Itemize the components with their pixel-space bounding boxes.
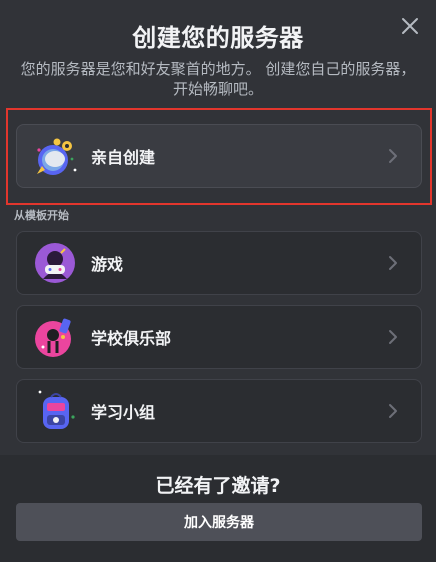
chevron-right-icon	[383, 401, 403, 421]
create-option-label: 亲自创建	[91, 148, 156, 167]
create-own-icon	[31, 132, 79, 180]
template-study-group-option[interactable]: 学习小组	[16, 379, 422, 443]
modal-body: 创建您的服务器 您的服务器是您和好友聚首的地方。 创建您自己的服务器，开始畅聊吧…	[0, 0, 436, 455]
create-server-modal: 创建您的服务器 您的服务器是您和好友聚首的地方。 创建您自己的服务器，开始畅聊吧…	[0, 0, 436, 562]
template-label: 学习小组	[91, 403, 156, 422]
chevron-right-icon	[383, 327, 403, 347]
template-school-club-option[interactable]: 学校俱乐部	[16, 305, 422, 369]
templates-section-label: 从模板开始	[14, 209, 69, 222]
template-gaming-option[interactable]: 游戏	[16, 231, 422, 295]
modal-footer: 已经有了邀请? 加入服务器	[0, 455, 436, 562]
gaming-icon	[31, 239, 79, 287]
modal-subtitle: 您的服务器是您和好友聚首的地方。 创建您自己的服务器，开始畅聊吧。	[20, 60, 416, 98]
create-my-own-option[interactable]: 亲自创建	[16, 124, 422, 188]
template-label: 游戏	[91, 255, 124, 274]
join-server-button[interactable]: 加入服务器	[16, 503, 422, 541]
school-club-icon	[31, 313, 79, 361]
modal-title: 创建您的服务器	[132, 24, 304, 52]
footer-title: 已经有了邀请?	[155, 475, 281, 497]
chevron-right-icon	[383, 146, 403, 166]
chevron-right-icon	[383, 253, 403, 273]
study-group-icon	[31, 387, 79, 435]
template-label: 学校俱乐部	[91, 329, 172, 348]
